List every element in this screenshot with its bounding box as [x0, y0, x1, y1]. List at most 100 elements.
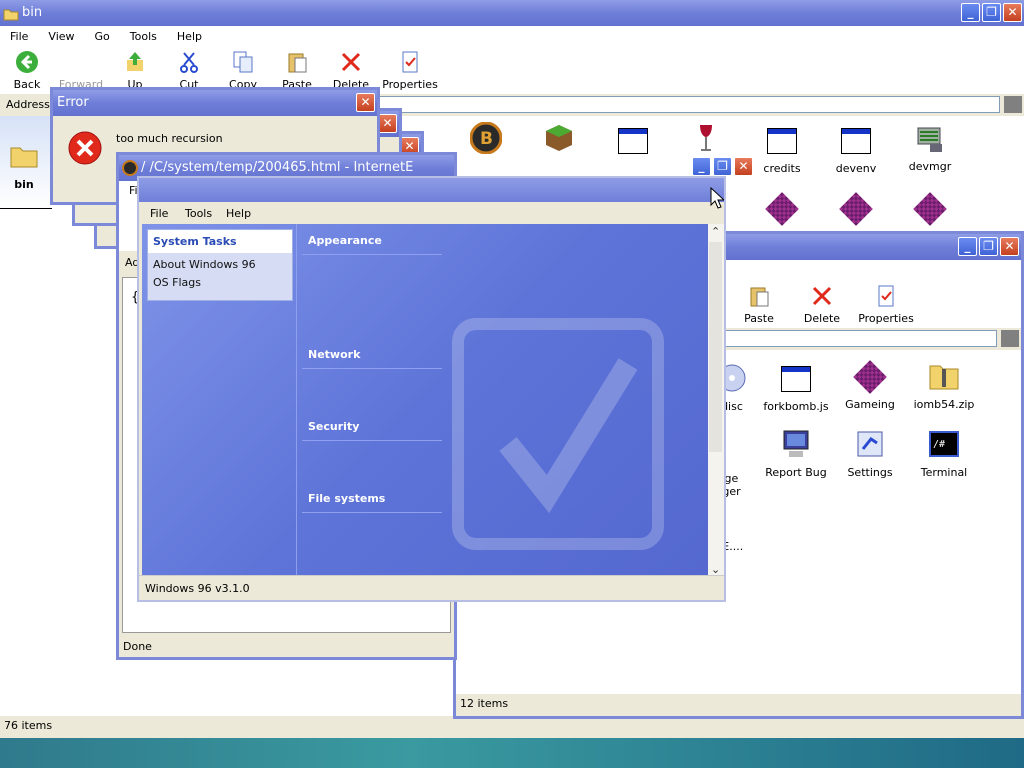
close-button[interactable]: ✕ [1000, 237, 1019, 256]
ie-status-text: Done [123, 640, 152, 653]
bin-menubar: File View Go Tools Help [0, 26, 1024, 46]
back-button[interactable]: Back [0, 46, 54, 94]
delete-x-icon [339, 50, 363, 77]
ie-status-bar: Done [119, 637, 454, 657]
properties-icon [398, 50, 422, 77]
close-button[interactable]: ✕ [378, 114, 397, 133]
address-go-button[interactable] [1004, 96, 1022, 113]
maximize-button[interactable]: ❐ [982, 3, 1001, 22]
ie-globe-icon [122, 160, 138, 181]
minimize-button[interactable]: _ [961, 3, 980, 22]
section-network[interactable]: Network [302, 336, 442, 369]
terminal-icon: /# [929, 430, 959, 460]
scroll-up-icon: ⌃ [711, 225, 721, 238]
maximize-button[interactable]: ❐ [979, 237, 998, 256]
menu-file[interactable]: File [150, 207, 168, 220]
section-file-systems[interactable]: File systems [302, 480, 442, 513]
file-icon-devmgr[interactable]: devmgr [894, 122, 966, 173]
error-close-button[interactable]: ✕ [356, 93, 375, 112]
bin-status-text: 76 items [4, 719, 53, 732]
bin-status-bar: 76 items [0, 716, 1024, 738]
ie-minimize-button[interactable]: _ [692, 157, 711, 176]
settings-titlebar[interactable] [139, 178, 724, 202]
delete-button[interactable]: Delete [790, 280, 854, 328]
device-manager-icon [914, 122, 946, 157]
file-icon-devenv[interactable]: devenv [820, 124, 892, 175]
menu-help[interactable]: Help [167, 30, 212, 43]
purple-cube-icon [765, 192, 799, 226]
address-label: Address [6, 98, 50, 111]
properties-icon [874, 284, 898, 311]
computer-icon [781, 429, 811, 462]
second-status-text: 12 items [460, 697, 509, 710]
zip-folder-icon [928, 361, 960, 394]
settings-scrollbar[interactable]: ⌃ ⌄ [708, 224, 724, 578]
file-icon-b[interactable]: B [450, 121, 522, 160]
folder-icon [3, 5, 19, 26]
purple-cube-icon [853, 360, 887, 394]
svg-text:B: B [480, 129, 493, 149]
file-icon-report-bug[interactable]: Report Bug [760, 428, 832, 479]
watermark-checkmark-icon [438, 304, 698, 567]
svg-text:/#: /# [933, 439, 945, 450]
file-icon-cube3[interactable] [894, 192, 966, 230]
system-tasks-box: System Tasks About Windows 96 OS Flags [147, 229, 293, 301]
file-icon-grass[interactable] [523, 122, 595, 160]
mouse-cursor-icon [710, 186, 726, 212]
address-go-button[interactable] [1001, 330, 1019, 347]
error-icon [68, 131, 102, 168]
ie-maximize-button[interactable]: ❐ [713, 157, 732, 176]
ie-title: / /C/system/temp/200465.html - InternetE [141, 160, 414, 175]
settings-window: File Tools Help System Tasks About Windo… [137, 176, 726, 602]
menu-view[interactable]: View [38, 30, 84, 43]
copy-icon [231, 50, 255, 77]
app-window-icon [767, 128, 797, 154]
file-icon-credits[interactable]: credits [746, 124, 818, 175]
grass-block-icon [544, 123, 574, 156]
close-button[interactable]: ✕ [1003, 3, 1022, 22]
file-icon-forkbomb[interactable]: forkbomb.js [760, 362, 832, 413]
purple-cube-icon [913, 192, 947, 226]
menu-tools[interactable]: Tools [185, 207, 212, 220]
file-icon-settings[interactable]: Settings [834, 428, 906, 479]
properties-button[interactable]: Properties [854, 280, 918, 328]
file-icon-zip[interactable]: iomb54.zip [908, 360, 980, 411]
file-icon-terminal[interactable]: /# Terminal [908, 428, 980, 479]
clipboard-icon [747, 284, 771, 311]
bin-titlebar[interactable]: bin _ ❐ ✕ [0, 0, 1024, 26]
error-titlebar[interactable]: Error ✕ [53, 90, 377, 116]
ie-close-button[interactable]: ✕ [734, 157, 753, 176]
settings-panel: System Tasks About Windows 96 OS Flags A… [142, 224, 708, 578]
app-window-icon [781, 366, 811, 392]
file-icon-wine[interactable] [670, 122, 742, 160]
file-icon-app1[interactable] [597, 124, 669, 162]
app-window-icon [841, 128, 871, 154]
settings-status-text: Windows 96 v3.1.0 [145, 582, 250, 595]
back-arrow-icon [15, 50, 39, 77]
task-os-flags[interactable]: OS Flags [148, 273, 292, 292]
task-about-windows[interactable]: About Windows 96 [148, 253, 292, 273]
file-icon-gameing[interactable]: Gameing [834, 360, 906, 411]
wine-glass-icon [696, 123, 716, 156]
menu-file[interactable]: File [0, 30, 38, 43]
clipboard-icon [285, 50, 309, 77]
section-appearance[interactable]: Appearance [302, 224, 442, 255]
properties-button[interactable]: Properties [378, 46, 442, 94]
bin-title: bin [22, 5, 43, 20]
menu-tools[interactable]: Tools [120, 30, 167, 43]
menu-go[interactable]: Go [85, 30, 120, 43]
scissors-icon [177, 50, 201, 77]
paste-button[interactable]: Paste [728, 280, 790, 328]
scroll-thumb[interactable] [709, 242, 722, 452]
settings-menubar: File Tools Help [139, 202, 724, 224]
sections-column [296, 224, 297, 578]
minimize-button[interactable]: _ [958, 237, 977, 256]
error-title: Error [57, 95, 89, 110]
ie-title-buttons: _ ❐ ✕ [692, 157, 753, 176]
section-security[interactable]: Security [302, 408, 442, 441]
file-icon-cube1[interactable] [746, 192, 818, 230]
b-logo-icon: B [469, 121, 503, 157]
menu-help[interactable]: Help [226, 207, 251, 220]
file-icon-cube2[interactable] [820, 192, 892, 230]
folder-icon [9, 143, 39, 172]
